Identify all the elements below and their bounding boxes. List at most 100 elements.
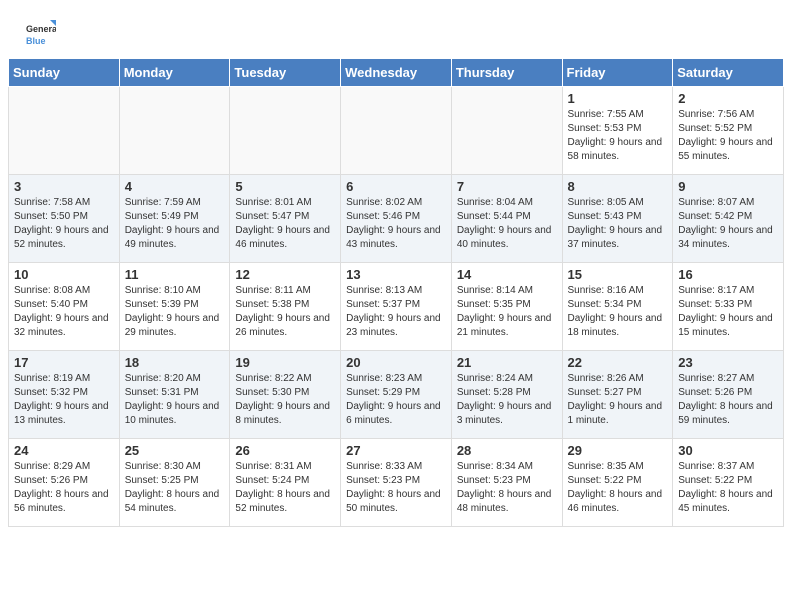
day-number: 19	[235, 355, 335, 370]
calendar-wrapper: SundayMondayTuesdayWednesdayThursdayFrid…	[0, 58, 792, 535]
calendar-cell: 28 Sunrise: 8:34 AM Sunset: 5:23 PM Dayli…	[451, 439, 562, 527]
calendar-cell: 12 Sunrise: 8:11 AM Sunset: 5:38 PM Dayli…	[230, 263, 341, 351]
day-info: Sunrise: 8:26 AM Sunset: 5:27 PM Dayligh…	[568, 372, 668, 428]
day-info: Sunrise: 8:08 AM Sunset: 5:40 PM Dayligh…	[14, 284, 114, 340]
calendar-cell	[341, 87, 452, 175]
day-number: 25	[125, 443, 225, 458]
calendar-cell: 2 Sunrise: 7:56 AM Sunset: 5:52 PM Daylig…	[673, 87, 784, 175]
calendar-cell: 16 Sunrise: 8:17 AM Sunset: 5:33 PM Dayli…	[673, 263, 784, 351]
week-row-1: 3Sunrise: 7:58 AM Sunset: 5:50 PM Daylig…	[9, 175, 784, 263]
day-number: 28	[457, 443, 557, 458]
calendar-cell: 26Sunrise: 8:31 AM Sunset: 5:24 PM Dayli…	[230, 439, 341, 527]
day-number: 17	[14, 355, 114, 370]
day-number: 29	[568, 443, 668, 458]
day-info: Sunrise: 8:02 AM Sunset: 5:46 PM Dayligh…	[346, 196, 446, 252]
day-info: Sunrise: 8:24 AM Sunset: 5:28 PM Dayligh…	[457, 372, 557, 428]
day-number: 21	[457, 355, 557, 370]
calendar-cell: 15Sunrise: 8:16 AM Sunset: 5:34 PM Dayli…	[562, 263, 673, 351]
day-number: 20	[346, 355, 446, 370]
day-info: Sunrise: 8:33 AM Sunset: 5:23 PM Dayligh…	[346, 460, 446, 516]
day-number: 1	[568, 91, 668, 106]
col-header-wednesday: Wednesday	[341, 59, 452, 87]
day-info: Sunrise: 8:10 AM Sunset: 5:39 PM Dayligh…	[125, 284, 225, 340]
calendar-cell: 20 Sunrise: 8:23 AM Sunset: 5:29 PM Dayli…	[341, 351, 452, 439]
day-info: Sunrise: 8:16 AM Sunset: 5:34 PM Dayligh…	[568, 284, 668, 340]
logo-graphic: General Blue	[24, 18, 56, 50]
col-header-monday: Monday	[119, 59, 230, 87]
day-number: 30	[678, 443, 778, 458]
col-header-saturday: Saturday	[673, 59, 784, 87]
day-number: 11	[125, 267, 225, 282]
day-info: Sunrise: 8:11 AM Sunset: 5:38 PM Dayligh…	[235, 284, 335, 340]
day-info: Sunrise: 7:59 AM Sunset: 5:49 PM Dayligh…	[125, 196, 225, 252]
day-number: 16	[678, 267, 778, 282]
col-header-sunday: Sunday	[9, 59, 120, 87]
day-info: Sunrise: 8:37 AM Sunset: 5:22 PM Dayligh…	[678, 460, 778, 516]
day-info: Sunrise: 8:14 AM Sunset: 5:35 PM Dayligh…	[457, 284, 557, 340]
calendar-cell: 18 Sunrise: 8:20 AM Sunset: 5:31 PM Dayli…	[119, 351, 230, 439]
day-number: 4	[125, 179, 225, 194]
day-number: 8	[568, 179, 668, 194]
day-number: 5	[235, 179, 335, 194]
calendar-cell: 29 Sunrise: 8:35 AM Sunset: 5:22 PM Dayli…	[562, 439, 673, 527]
day-number: 26	[235, 443, 335, 458]
calendar-cell: 10 Sunrise: 8:08 AM Sunset: 5:40 PM Dayli…	[9, 263, 120, 351]
svg-text:General: General	[26, 24, 56, 34]
day-number: 22	[568, 355, 668, 370]
calendar-table: SundayMondayTuesdayWednesdayThursdayFrid…	[8, 58, 784, 527]
week-row-2: 10 Sunrise: 8:08 AM Sunset: 5:40 PM Dayli…	[9, 263, 784, 351]
day-number: 3	[14, 179, 114, 194]
week-row-3: 17 Sunrise: 8:19 AM Sunset: 5:32 PM Dayli…	[9, 351, 784, 439]
svg-text:Blue: Blue	[26, 36, 46, 46]
calendar-cell: 1 Sunrise: 7:55 AM Sunset: 5:53 PM Daylig…	[562, 87, 673, 175]
week-row-4: 24Sunrise: 8:29 AM Sunset: 5:26 PM Dayli…	[9, 439, 784, 527]
day-number: 18	[125, 355, 225, 370]
day-info: Sunrise: 8:34 AM Sunset: 5:23 PM Dayligh…	[457, 460, 557, 516]
calendar-cell: 5 Sunrise: 8:01 AM Sunset: 5:47 PM Daylig…	[230, 175, 341, 263]
calendar-cell: 13Sunrise: 8:13 AM Sunset: 5:37 PM Dayli…	[341, 263, 452, 351]
calendar-cell: 7Sunrise: 8:04 AM Sunset: 5:44 PM Daylig…	[451, 175, 562, 263]
calendar-cell: 30 Sunrise: 8:37 AM Sunset: 5:22 PM Dayli…	[673, 439, 784, 527]
day-number: 27	[346, 443, 446, 458]
calendar-cell: 11 Sunrise: 8:10 AM Sunset: 5:39 PM Dayli…	[119, 263, 230, 351]
day-info: Sunrise: 8:19 AM Sunset: 5:32 PM Dayligh…	[14, 372, 114, 428]
day-number: 13	[346, 267, 446, 282]
day-info: Sunrise: 8:30 AM Sunset: 5:25 PM Dayligh…	[125, 460, 225, 516]
day-info: Sunrise: 8:27 AM Sunset: 5:26 PM Dayligh…	[678, 372, 778, 428]
day-info: Sunrise: 8:20 AM Sunset: 5:31 PM Dayligh…	[125, 372, 225, 428]
logo-svg: General Blue	[24, 18, 56, 50]
calendar-header-row: SundayMondayTuesdayWednesdayThursdayFrid…	[9, 59, 784, 87]
day-info: Sunrise: 8:22 AM Sunset: 5:30 PM Dayligh…	[235, 372, 335, 428]
calendar-cell	[230, 87, 341, 175]
day-info: Sunrise: 8:05 AM Sunset: 5:43 PM Dayligh…	[568, 196, 668, 252]
calendar-cell: 22 Sunrise: 8:26 AM Sunset: 5:27 PM Dayli…	[562, 351, 673, 439]
calendar-cell: 9 Sunrise: 8:07 AM Sunset: 5:42 PM Daylig…	[673, 175, 784, 263]
day-number: 12	[235, 267, 335, 282]
day-info: Sunrise: 8:01 AM Sunset: 5:47 PM Dayligh…	[235, 196, 335, 252]
day-number: 24	[14, 443, 114, 458]
calendar-cell: 24Sunrise: 8:29 AM Sunset: 5:26 PM Dayli…	[9, 439, 120, 527]
day-info: Sunrise: 7:56 AM Sunset: 5:52 PM Dayligh…	[678, 108, 778, 164]
day-info: Sunrise: 8:17 AM Sunset: 5:33 PM Dayligh…	[678, 284, 778, 340]
day-info: Sunrise: 8:35 AM Sunset: 5:22 PM Dayligh…	[568, 460, 668, 516]
header: General Blue	[0, 0, 792, 58]
logo: General Blue	[24, 18, 56, 50]
col-header-thursday: Thursday	[451, 59, 562, 87]
day-info: Sunrise: 7:55 AM Sunset: 5:53 PM Dayligh…	[568, 108, 668, 164]
day-info: Sunrise: 8:07 AM Sunset: 5:42 PM Dayligh…	[678, 196, 778, 252]
day-number: 7	[457, 179, 557, 194]
col-header-tuesday: Tuesday	[230, 59, 341, 87]
calendar-cell: 3Sunrise: 7:58 AM Sunset: 5:50 PM Daylig…	[9, 175, 120, 263]
col-header-friday: Friday	[562, 59, 673, 87]
day-number: 9	[678, 179, 778, 194]
calendar-cell: 6Sunrise: 8:02 AM Sunset: 5:46 PM Daylig…	[341, 175, 452, 263]
calendar-cell: 25 Sunrise: 8:30 AM Sunset: 5:25 PM Dayli…	[119, 439, 230, 527]
day-number: 2	[678, 91, 778, 106]
day-number: 10	[14, 267, 114, 282]
day-number: 14	[457, 267, 557, 282]
calendar-cell: 14 Sunrise: 8:14 AM Sunset: 5:35 PM Dayli…	[451, 263, 562, 351]
calendar-cell: 27 Sunrise: 8:33 AM Sunset: 5:23 PM Dayli…	[341, 439, 452, 527]
calendar-cell: 23Sunrise: 8:27 AM Sunset: 5:26 PM Dayli…	[673, 351, 784, 439]
calendar-cell	[451, 87, 562, 175]
day-info: Sunrise: 8:23 AM Sunset: 5:29 PM Dayligh…	[346, 372, 446, 428]
